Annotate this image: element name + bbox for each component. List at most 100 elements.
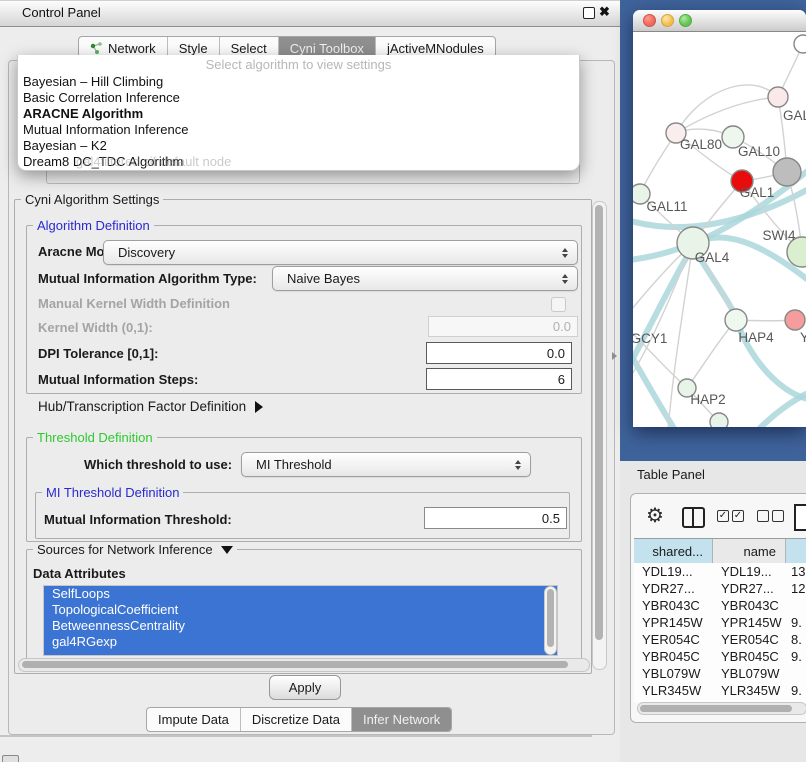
control-panel-title: Control Panel bbox=[22, 5, 101, 20]
checked-checkbox-icon[interactable]: ✓ bbox=[732, 510, 744, 522]
close-icon[interactable]: ✖ bbox=[599, 4, 610, 20]
table-cell: YDL19... bbox=[713, 564, 786, 579]
table-row[interactable]: YPR145WYPR145W9. bbox=[634, 614, 806, 631]
data-attribute-item[interactable]: TopologicalCoefficient bbox=[44, 602, 557, 618]
data-attributes-list[interactable]: SelfLoopsTopologicalCoefficientBetweenne… bbox=[43, 585, 558, 656]
network-node-y[interactable] bbox=[785, 310, 805, 330]
table-cell: YBR045C bbox=[713, 649, 786, 664]
zoom-traffic-light[interactable] bbox=[679, 14, 692, 27]
table-cell: 9. bbox=[786, 649, 806, 664]
node-label: GAL bbox=[783, 108, 806, 123]
scrollbar-thumb[interactable] bbox=[22, 661, 568, 668]
mi-type-combo[interactable]: Naive Bayes bbox=[272, 266, 578, 291]
table-row[interactable]: YDL19...YDL19...13 bbox=[634, 563, 806, 580]
algorithm-option[interactable]: Basic Correlation Inference bbox=[18, 90, 579, 106]
table-cell: YBR045C bbox=[634, 649, 713, 664]
table-row[interactable]: YER054CYER054C8. bbox=[634, 631, 806, 648]
attr-list-scrollbar[interactable] bbox=[544, 586, 557, 655]
screen: Control Panel ✖ NetworkStyleSelectCyni T… bbox=[0, 0, 806, 762]
table-body: YDL19...YDL19...13YDR27...YDR27...12YBR0… bbox=[634, 563, 806, 702]
which-threshold-combo[interactable]: MI Threshold bbox=[241, 452, 531, 477]
kernel-width-field[interactable]: 0.0 bbox=[428, 316, 578, 337]
mi-steps-label: Mutual Information Steps: bbox=[38, 372, 198, 387]
algorithm-option[interactable]: Bayesian – K2 bbox=[18, 138, 579, 154]
minimize-traffic-light[interactable] bbox=[661, 14, 674, 27]
hub-definition-toggle[interactable]: Hub/Transcription Factor Definition bbox=[38, 399, 263, 414]
settings-vertical-scrollbar[interactable] bbox=[592, 201, 607, 670]
tab-infer-network[interactable]: Infer Network bbox=[351, 708, 451, 731]
desktop-background: GALGAL80GAL10GAL1GAL11GAL4SWI4GCY1HAP4YH… bbox=[620, 0, 806, 461]
checked-checkbox-icon[interactable]: ✓ bbox=[717, 510, 729, 522]
algorithm-option[interactable]: Mutual Information Inference bbox=[18, 122, 579, 138]
scrollbar-thumb[interactable] bbox=[547, 589, 554, 647]
splitter-collapse-icon[interactable] bbox=[612, 352, 617, 360]
gear-icon[interactable]: ⚙ bbox=[646, 503, 664, 528]
panel-corner-icon[interactable] bbox=[2, 755, 19, 762]
table-cell: YBL079W bbox=[713, 666, 786, 681]
manual-kernel-checkbox[interactable] bbox=[551, 297, 566, 312]
table-row[interactable]: YBR045CYBR045C9. bbox=[634, 648, 806, 665]
table-cell: YPR145W bbox=[634, 615, 713, 630]
network-window-titlebar[interactable] bbox=[633, 10, 806, 32]
mi-steps-field[interactable]: 6 bbox=[426, 368, 572, 390]
data-attribute-item[interactable]: BetweennessCentrality bbox=[44, 618, 557, 634]
column-header[interactable]: shared... bbox=[634, 539, 713, 563]
float-window-icon[interactable] bbox=[583, 7, 595, 19]
network-node[interactable] bbox=[794, 35, 806, 53]
table-cell: 9. bbox=[786, 683, 806, 698]
algorithm-definition-title: Algorithm Definition bbox=[33, 218, 154, 233]
data-attribute-item[interactable]: SelfLoops bbox=[44, 586, 557, 602]
scrollbar-thumb[interactable] bbox=[640, 705, 792, 712]
mi-threshold-label: Mutual Information Threshold: bbox=[44, 512, 232, 527]
tab-impute-data[interactable]: Impute Data bbox=[147, 708, 240, 731]
manual-kernel-label: Manual Kernel Width Definition bbox=[38, 296, 230, 311]
mi-threshold-field[interactable]: 0.5 bbox=[424, 507, 567, 529]
network-node[interactable] bbox=[773, 158, 801, 186]
dpi-tolerance-field[interactable]: 0.0 bbox=[426, 342, 572, 364]
combo-arrows-icon bbox=[557, 248, 577, 258]
combo-arrows-icon bbox=[557, 274, 577, 284]
tab-label: jActiveMNodules bbox=[387, 41, 484, 56]
table-row[interactable]: YLR345WYLR345W9. bbox=[634, 682, 806, 699]
split-columns-icon[interactable] bbox=[682, 507, 705, 528]
table-cell: YDR27... bbox=[713, 581, 786, 596]
tab-label: Infer Network bbox=[363, 712, 440, 727]
panel-separator bbox=[0, 735, 592, 737]
network-node[interactable] bbox=[710, 413, 728, 427]
tab-discretize-data[interactable]: Discretize Data bbox=[240, 708, 351, 731]
network-canvas[interactable]: GALGAL80GAL10GAL1GAL11GAL4SWI4GCY1HAP4YH… bbox=[633, 32, 806, 427]
table-row[interactable]: YBL079WYBL079W bbox=[634, 665, 806, 682]
control-panel-titlebar: Control Panel ✖ bbox=[0, 0, 620, 27]
settings-horizontal-scrollbar[interactable] bbox=[18, 658, 590, 672]
table-row[interactable]: YBR043CYBR043C bbox=[634, 597, 806, 614]
network-window[interactable]: GALGAL80GAL10GAL1GAL11GAL4SWI4GCY1HAP4YH… bbox=[633, 10, 806, 427]
algorithm-dropdown-placeholder: Select algorithm to view settings bbox=[18, 55, 579, 74]
sources-toggle[interactable]: Sources for Network Inference bbox=[33, 542, 237, 557]
network-node-gal[interactable] bbox=[768, 87, 788, 107]
data-attribute-item[interactable] bbox=[44, 650, 557, 656]
unchecked-checkbox-icon[interactable] bbox=[772, 510, 784, 522]
algorithm-option[interactable]: Bayesian – Hill Climbing bbox=[18, 74, 579, 90]
table-cell: YLR345W bbox=[713, 683, 786, 698]
unchecked-checkbox-icon[interactable] bbox=[757, 510, 769, 522]
collapse-down-icon bbox=[221, 546, 233, 554]
column-header[interactable]: name bbox=[713, 539, 786, 563]
table-row[interactable]: YDR27...YDR27...12 bbox=[634, 580, 806, 597]
aracne-mode-combo[interactable]: Discovery bbox=[103, 240, 578, 265]
data-attribute-item[interactable]: gal4RGexp bbox=[44, 634, 557, 650]
page-icon[interactable] bbox=[794, 504, 806, 531]
table-cell: YLR345W bbox=[634, 683, 713, 698]
algorithm-option[interactable]: ARACNE Algorithm bbox=[18, 106, 579, 122]
sources-title: Sources for Network Inference bbox=[37, 542, 213, 557]
apply-button[interactable]: Apply bbox=[269, 675, 341, 700]
apply-button-label: Apply bbox=[289, 680, 322, 695]
node-label: GAL11 bbox=[646, 199, 687, 214]
close-traffic-light[interactable] bbox=[643, 14, 656, 27]
scrollbar-thumb[interactable] bbox=[595, 205, 603, 640]
column-header[interactable] bbox=[786, 539, 806, 563]
tab-label: Style bbox=[179, 41, 208, 56]
expand-right-icon bbox=[255, 401, 263, 413]
table-horizontal-scrollbar[interactable] bbox=[637, 702, 806, 715]
network-node-hap4[interactable] bbox=[725, 309, 747, 331]
which-threshold-label: Which threshold to use: bbox=[84, 457, 232, 472]
